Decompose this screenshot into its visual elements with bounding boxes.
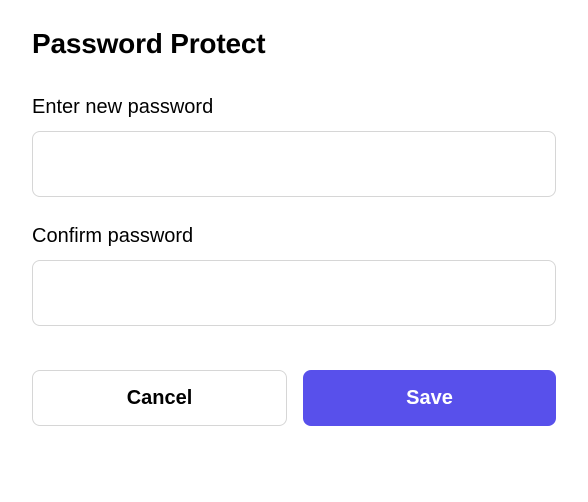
save-button[interactable]: Save — [303, 370, 556, 426]
new-password-input[interactable] — [32, 131, 556, 197]
confirm-password-label: Confirm password — [32, 225, 556, 248]
button-row: Cancel Save — [32, 370, 556, 426]
confirm-password-input[interactable] — [32, 260, 556, 326]
new-password-field: Enter new password — [32, 96, 556, 197]
cancel-button[interactable]: Cancel — [32, 370, 287, 426]
dialog-title: Password Protect — [32, 28, 556, 60]
confirm-password-field: Confirm password — [32, 225, 556, 326]
new-password-label: Enter new password — [32, 96, 556, 119]
password-protect-dialog: Password Protect Enter new password Conf… — [32, 28, 556, 426]
